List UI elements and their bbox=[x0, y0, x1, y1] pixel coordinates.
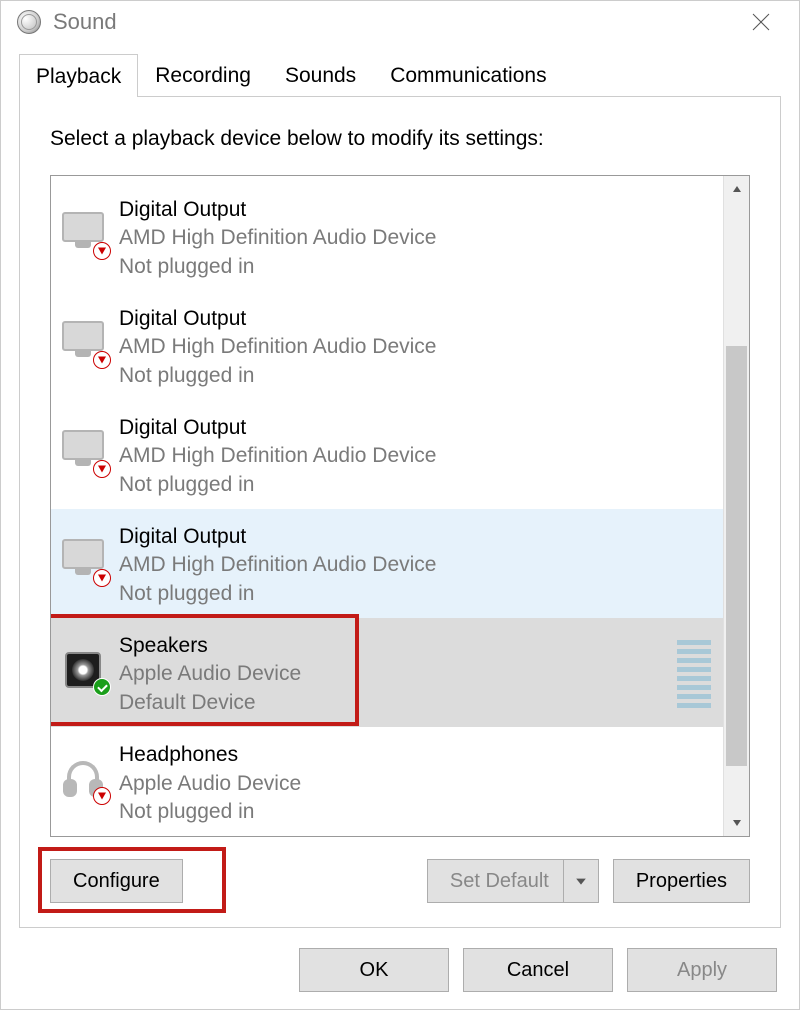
unplugged-badge-icon bbox=[93, 569, 111, 587]
device-item[interactable]: Digital OutputAMD High Definition Audio … bbox=[51, 182, 723, 291]
unplugged-badge-icon bbox=[93, 787, 111, 805]
device-description: AMD High Definition Audio Device bbox=[119, 551, 436, 579]
device-description: AMD High Definition Audio Device bbox=[119, 224, 436, 252]
unplugged-badge-icon bbox=[93, 351, 111, 369]
sound-icon bbox=[17, 10, 41, 34]
device-name: Speakers bbox=[119, 632, 301, 660]
set-default-button[interactable]: Set Default bbox=[427, 859, 563, 903]
device-name: Digital Output bbox=[119, 523, 436, 551]
titlebar: Sound bbox=[1, 1, 799, 43]
scroll-down-button[interactable] bbox=[724, 810, 749, 836]
close-button[interactable] bbox=[733, 1, 789, 43]
device-name: Digital Output bbox=[119, 196, 436, 224]
device-status: Not plugged in bbox=[119, 253, 436, 281]
device-status: Not plugged in bbox=[119, 580, 436, 608]
scroll-up-button[interactable] bbox=[724, 176, 749, 202]
monitor-icon bbox=[59, 422, 107, 482]
cancel-button[interactable]: Cancel bbox=[463, 948, 613, 992]
device-description: Apple Audio Device bbox=[119, 770, 301, 798]
scrollbar[interactable] bbox=[723, 176, 749, 836]
ok-button[interactable]: OK bbox=[299, 948, 449, 992]
unplugged-badge-icon bbox=[93, 460, 111, 478]
tab-panel-playback: Select a playback device below to modify… bbox=[19, 96, 781, 928]
tab-sounds[interactable]: Sounds bbox=[268, 53, 373, 96]
sound-window: Sound Playback Recording Sounds Communic… bbox=[0, 0, 800, 1010]
window-title: Sound bbox=[53, 9, 117, 35]
device-item[interactable]: SpeakersApple Audio DeviceDefault Device bbox=[51, 618, 723, 727]
action-button-row: Configure Set Default Properties bbox=[50, 859, 750, 903]
chevron-down-icon bbox=[575, 875, 587, 887]
device-name: Digital Output bbox=[119, 305, 436, 333]
monitor-icon bbox=[59, 204, 107, 264]
tab-communications[interactable]: Communications bbox=[373, 53, 563, 96]
device-item[interactable]: Digital OutputAMD High Definition Audio … bbox=[51, 291, 723, 400]
check-badge-icon bbox=[93, 678, 111, 696]
set-default-splitbutton: Set Default bbox=[427, 859, 599, 903]
close-icon bbox=[752, 13, 770, 31]
monitor-icon bbox=[59, 531, 107, 591]
device-status: Not plugged in bbox=[119, 471, 436, 499]
dialog-button-row: OK Cancel Apply bbox=[1, 928, 799, 1014]
device-list[interactable]: Digital OutputAMD High Definition Audio … bbox=[51, 176, 723, 836]
device-item[interactable]: Digital OutputAMD High Definition Audio … bbox=[51, 509, 723, 618]
speaker-icon bbox=[59, 640, 107, 700]
device-status: Default Device bbox=[119, 689, 301, 717]
scroll-thumb[interactable] bbox=[726, 346, 747, 766]
configure-button[interactable]: Configure bbox=[50, 859, 183, 903]
device-name: Digital Output bbox=[119, 414, 436, 442]
client-area: Playback Recording Sounds Communications… bbox=[1, 43, 799, 928]
device-list-box: Digital OutputAMD High Definition Audio … bbox=[50, 175, 750, 837]
device-item[interactable]: HeadphonesApple Audio DeviceNot plugged … bbox=[51, 727, 723, 836]
device-description: AMD High Definition Audio Device bbox=[119, 333, 436, 361]
device-description: Apple Audio Device bbox=[119, 660, 301, 688]
device-status: Not plugged in bbox=[119, 362, 436, 390]
headphones-icon bbox=[59, 749, 107, 809]
tab-playback[interactable]: Playback bbox=[19, 54, 138, 97]
apply-button[interactable]: Apply bbox=[627, 948, 777, 992]
tab-bar: Playback Recording Sounds Communications bbox=[19, 53, 781, 96]
level-meter bbox=[677, 638, 711, 708]
device-item[interactable]: Digital OutputAMD High Definition Audio … bbox=[51, 400, 723, 509]
unplugged-badge-icon bbox=[93, 242, 111, 260]
properties-button[interactable]: Properties bbox=[613, 859, 750, 903]
device-status: Not plugged in bbox=[119, 798, 301, 826]
device-name: Headphones bbox=[119, 741, 301, 769]
monitor-icon bbox=[59, 313, 107, 373]
device-description: AMD High Definition Audio Device bbox=[119, 442, 436, 470]
set-default-dropdown[interactable] bbox=[563, 859, 599, 903]
tab-recording[interactable]: Recording bbox=[138, 53, 268, 96]
instruction-text: Select a playback device below to modify… bbox=[50, 127, 750, 151]
